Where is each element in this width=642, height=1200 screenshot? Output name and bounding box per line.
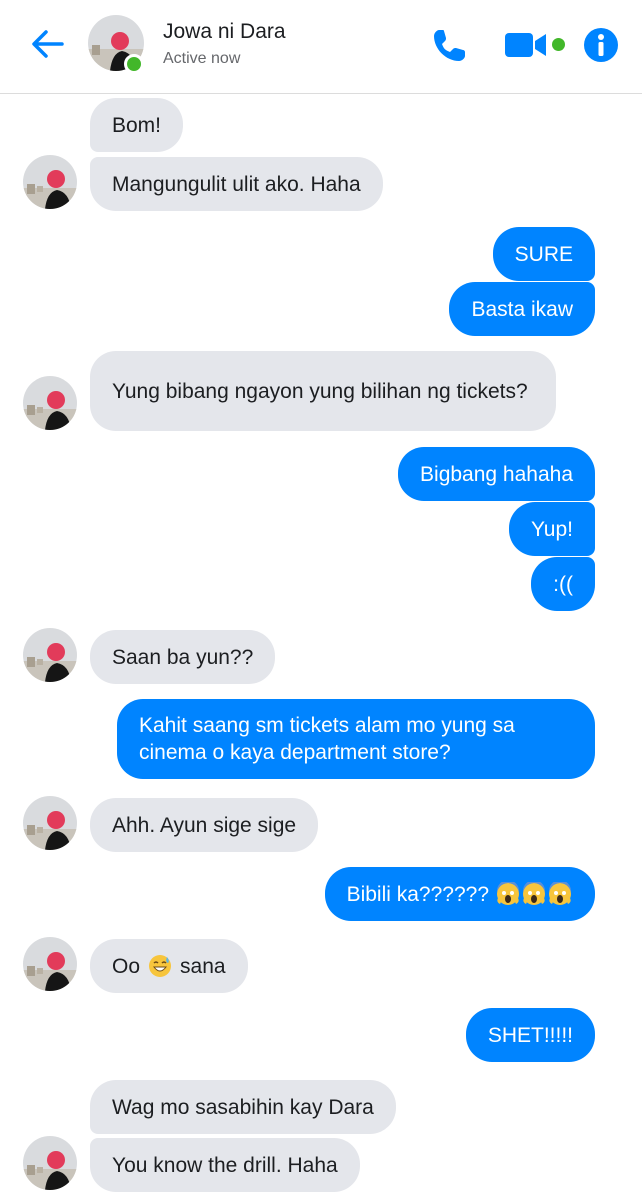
incoming-message[interactable]: Saan ba yun??: [90, 630, 276, 684]
message-text-before: Oo: [112, 954, 141, 978]
message-text: Bibili ka??????: [346, 882, 489, 906]
incoming-message[interactable]: Oo sana: [90, 939, 248, 993]
outgoing-message[interactable]: Yup!: [508, 502, 595, 556]
contact-avatar-small[interactable]: [23, 796, 77, 850]
screaming-face-emoji-icon: [522, 882, 546, 906]
message-thread: Bom! Mangungulit ulit ako. Haha SURE Bas…: [0, 0, 642, 1192]
outgoing-message[interactable]: SHET!!!!!: [465, 1008, 595, 1062]
message-text: Ahh. Ayun sige sige: [112, 813, 297, 837]
message-text: SHET!!!!!: [487, 1023, 573, 1047]
grinning-sweat-emoji-icon: [148, 954, 172, 978]
screaming-face-emoji-icon: [496, 882, 520, 906]
incoming-message[interactable]: Wag mo sasabihin kay Dara: [90, 1080, 396, 1134]
message-text-after: sana: [180, 954, 226, 978]
incoming-message[interactable]: You know the drill. Haha: [90, 1138, 360, 1192]
incoming-message[interactable]: Mangungulit ulit ako. Haha: [90, 157, 383, 211]
contact-avatar-small[interactable]: [23, 628, 77, 682]
outgoing-message[interactable]: Basta ikaw: [449, 282, 595, 336]
message-text: Kahit saang sm tickets alam mo yung sa c…: [139, 714, 515, 764]
message-text: Basta ikaw: [471, 297, 573, 321]
contact-avatar-small[interactable]: [23, 937, 77, 991]
incoming-message[interactable]: Yung bibang ngayon yung bilihan ng ticke…: [90, 351, 556, 431]
contact-avatar-small[interactable]: [23, 155, 77, 209]
message-text: Yup!: [530, 517, 573, 541]
incoming-message[interactable]: Ahh. Ayun sige sige: [90, 798, 319, 852]
message-text: Bom!: [112, 113, 162, 137]
message-text: Mangungulit ulit ako. Haha: [112, 172, 361, 196]
outgoing-message[interactable]: Bibili ka??????: [324, 867, 595, 921]
message-text: :((: [553, 572, 573, 596]
message-text: Bigbang hahaha: [420, 462, 573, 486]
message-text: Saan ba yun??: [112, 645, 254, 669]
contact-avatar-small[interactable]: [23, 376, 77, 430]
screaming-face-emoji-icon: [548, 882, 572, 906]
outgoing-message[interactable]: Bigbang hahaha: [398, 447, 595, 501]
message-text: Wag mo sasabihin kay Dara: [112, 1095, 374, 1119]
outgoing-message[interactable]: SURE: [492, 227, 595, 281]
outgoing-message[interactable]: Kahit saang sm tickets alam mo yung sa c…: [117, 699, 595, 779]
outgoing-message[interactable]: :((: [531, 557, 595, 611]
message-text: SURE: [514, 242, 573, 266]
incoming-message[interactable]: Bom!: [90, 98, 184, 152]
message-text: You know the drill. Haha: [112, 1153, 338, 1177]
message-text: Yung bibang ngayon yung bilihan ng ticke…: [112, 379, 528, 403]
contact-avatar-small[interactable]: [23, 1136, 77, 1190]
